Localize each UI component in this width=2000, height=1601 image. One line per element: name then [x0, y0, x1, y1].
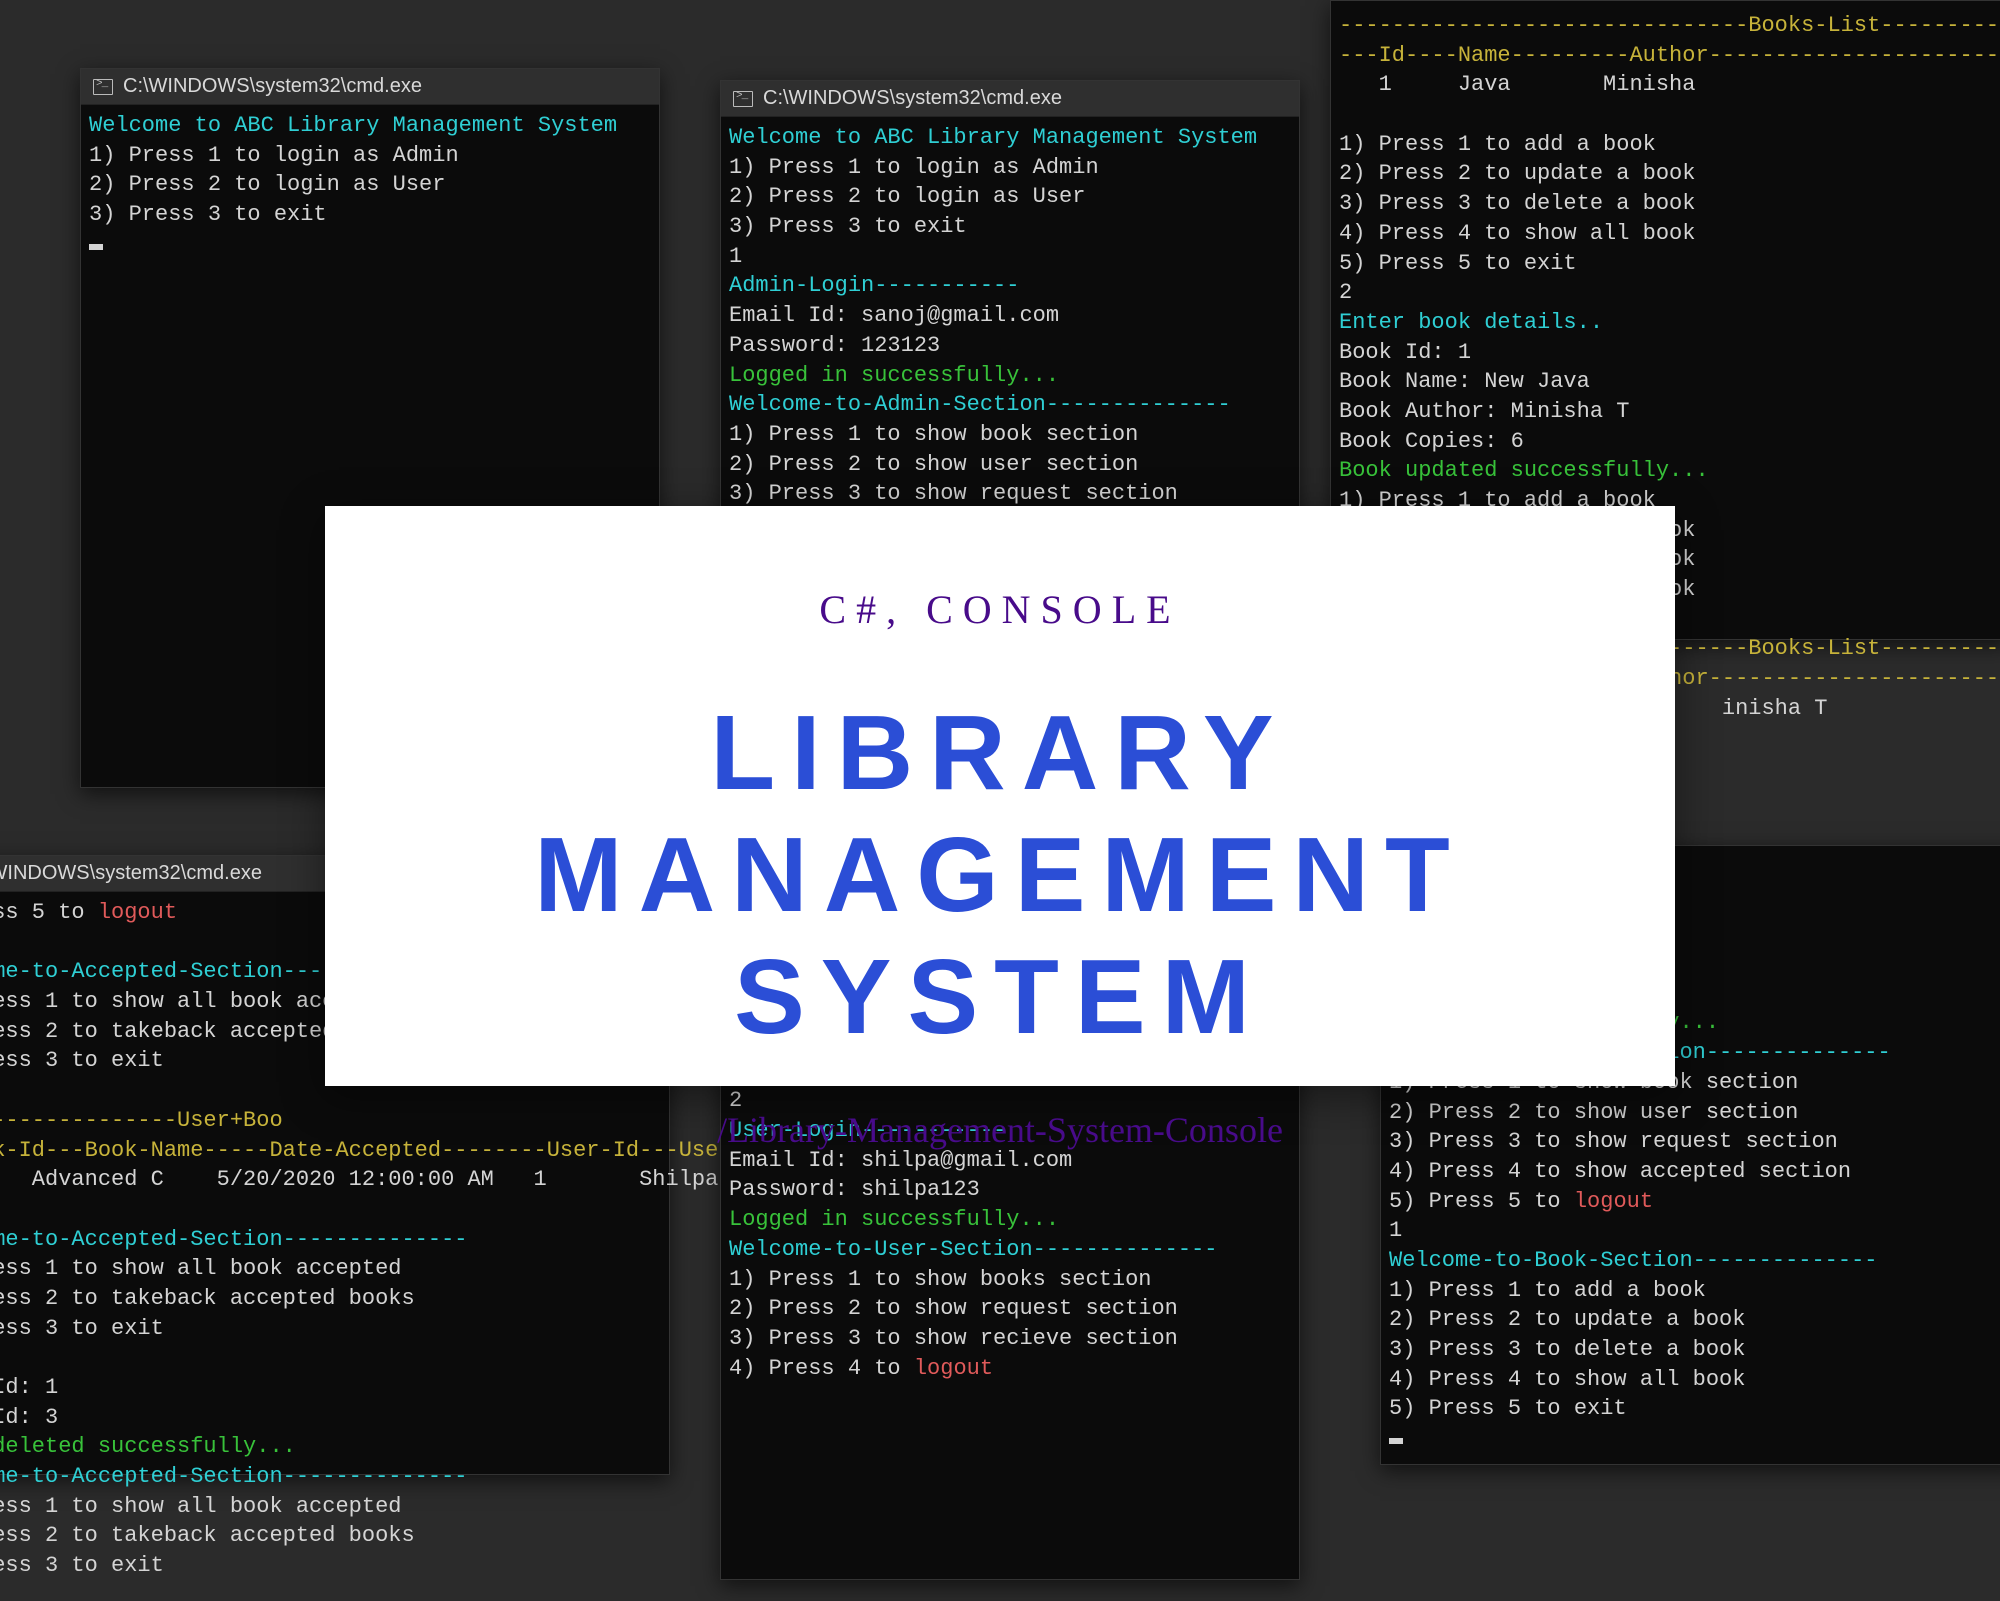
menu-line: 3) Press 3 to show recieve section [729, 1326, 1178, 1351]
card-subtitle: C#, CONSOLE [385, 586, 1615, 633]
terminal-body[interactable]: Welcome to ABC Library Management System… [81, 105, 659, 279]
card-path: /Library-Management-System-Console [385, 1109, 1615, 1151]
cursor [89, 244, 103, 250]
menu-line: ress 3 to exit [0, 1553, 164, 1578]
menu-line: 3) Press 3 to delete a book [1389, 1337, 1745, 1362]
user-input: 2 [1339, 280, 1352, 305]
enter-details: Enter book details.. [1339, 310, 1603, 335]
field-line: Book Copies: 6 [1339, 429, 1524, 454]
table-row: Advanced C 5/20/2020 12:00:00 AM 1 Shilp… [0, 1167, 732, 1192]
book-updated: Book updated successfully... [1339, 458, 1709, 483]
menu-line: 4) Press 4 to show accepted section [1389, 1159, 1851, 1184]
window-title: C:\WINDOWS\system32\cmd.exe [123, 75, 422, 98]
user-input: 1 [729, 244, 742, 269]
cursor [1389, 1438, 1403, 1444]
menu-line: 2) Press 2 to show request section [729, 1296, 1178, 1321]
cmd-icon [93, 79, 113, 95]
books-list-cols: ---Id----Name---------Author------------… [1339, 43, 2000, 68]
accepted-header: ome-to-Accepted-Section-------------- [0, 1464, 467, 1489]
menu-line: 1) Press 1 to show books section [729, 1267, 1151, 1292]
menu-line: 2) Press 2 to login as User [729, 184, 1085, 209]
menu-line: 2) Press 2 to login as User [89, 172, 445, 197]
books-list-header: -------------------------------Books-Lis… [1339, 13, 2000, 38]
logged-in-line: Logged in successfully... [729, 1207, 1059, 1232]
welcome-line: Welcome to ABC Library Management System [89, 113, 617, 138]
terminal-window-5: 2) Press 2 to login as User 3) Press 3 t… [720, 1020, 1300, 1580]
menu-line: 3) Press 3 to delete a book [1339, 191, 1695, 216]
window-title: \WINDOWS\system32\cmd.exe [0, 862, 262, 885]
window-title: C:\WINDOWS\system32\cmd.exe [763, 87, 1062, 110]
menu-line: 1) Press 1 to login as Admin [729, 155, 1099, 180]
book-section-header: Welcome-to-Book-Section-------------- [1389, 1248, 1877, 1273]
menu-line-logout: 4) Press 4 to logout [729, 1356, 993, 1381]
menu-line: 3) Press 3 to exit [729, 214, 967, 239]
user-input: 1 [1389, 1218, 1402, 1243]
titlebar: C:\WINDOWS\system32\cmd.exe [721, 81, 1299, 117]
menu-line: 5) Press 5 to exit [1339, 251, 1577, 276]
menu-line: 3) Press 3 to exit [89, 202, 327, 227]
menu-line-logout: ess 5 to logout [0, 900, 177, 925]
field-line: Book Id: 1 [1339, 340, 1471, 365]
menu-line: ress 2 to takeback accepted books [0, 1523, 415, 1548]
titlebar: C:\WINDOWS\system32\cmd.exe [81, 69, 659, 105]
menu-line: 2) Press 2 to update a book [1389, 1307, 1745, 1332]
title-card: C#, CONSOLE LIBRARY MANAGEMENT SYSTEM /L… [325, 506, 1675, 1086]
menu-line: 1) Press 1 to add a book [1389, 1278, 1706, 1303]
userbook-header: ---------------User+Boo [0, 1108, 283, 1133]
password-line: Password: shilpa123 [729, 1177, 980, 1202]
card-title: LIBRARY MANAGEMENT SYSTEM [385, 693, 1615, 1059]
menu-line-logout: 5) Press 5 to logout [1389, 1189, 1653, 1214]
table-row: 1 Java Minisha 3 [1339, 72, 2000, 97]
user-section-header: Welcome-to-User-Section-------------- [729, 1237, 1217, 1262]
deleted-line: deleted successfully... [0, 1434, 296, 1459]
welcome-line: Welcome to ABC Library Management System [729, 125, 1257, 150]
field-line: Book Name: New Java [1339, 369, 1590, 394]
admin-login-header: Admin-Login----------- [729, 273, 1019, 298]
menu-line: ress 3 to exit [0, 1048, 164, 1073]
menu-line: 4) Press 4 to show all book [1389, 1367, 1745, 1392]
menu-line: 1) Press 1 to show book section [729, 422, 1138, 447]
cmd-icon [733, 91, 753, 107]
menu-line: ress 1 to show all book accepted [0, 1494, 401, 1519]
menu-line: ress 1 to show all book accepted [0, 1256, 401, 1281]
email-line: Email Id: sanoj@gmail.com [729, 303, 1059, 328]
menu-line: ress 2 to takeback accepted books [0, 1286, 415, 1311]
password-line: Password: 123123 [729, 333, 940, 358]
menu-line: 2) Press 2 to update a book [1339, 161, 1695, 186]
field-line: Id: 1 [0, 1375, 58, 1400]
menu-line: 1) Press 1 to add a book [1339, 132, 1656, 157]
admin-section-header: Welcome-to-Admin-Section-------------- [729, 392, 1231, 417]
logged-in-line: Logged in successfully... [729, 363, 1059, 388]
menu-line: 3) Press 3 to show request section [729, 481, 1178, 506]
email-line: Email Id: shilpa@gmail.com [729, 1148, 1072, 1173]
menu-line: ress 3 to exit [0, 1316, 164, 1341]
accepted-header: ome-to-Accepted-Section-------------- [0, 1227, 467, 1252]
menu-line: 2) Press 2 to show user section [729, 452, 1138, 477]
menu-line: 4) Press 4 to show all book [1339, 221, 1695, 246]
field-line: Book Author: Minisha T [1339, 399, 1629, 424]
menu-line: 5) Press 5 to exit [1389, 1396, 1627, 1421]
menu-line: 1) Press 1 to login as Admin [89, 143, 459, 168]
field-line: Id: 3 [0, 1405, 58, 1430]
